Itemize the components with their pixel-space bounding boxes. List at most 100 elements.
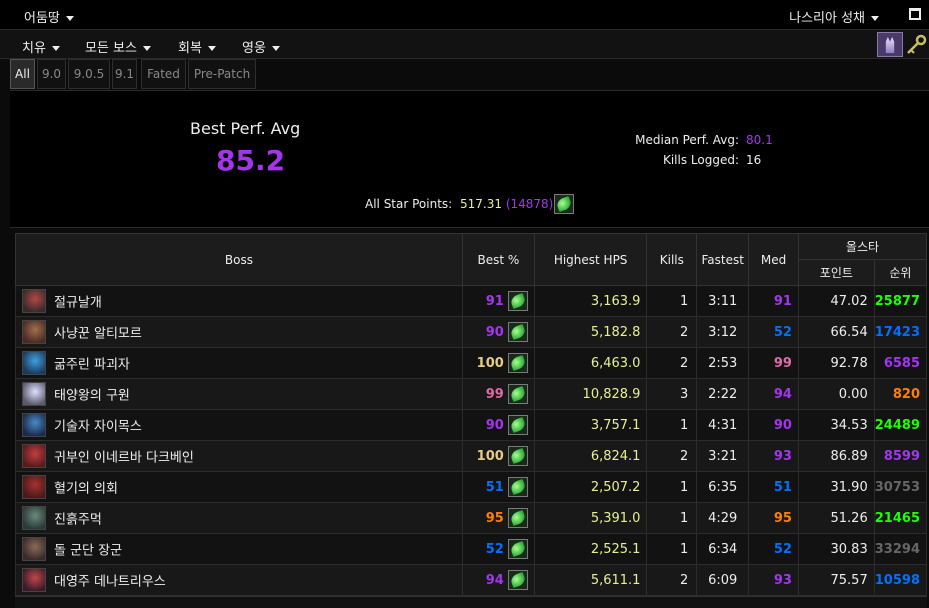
boss-name[interactable]: 진흙주먹 — [54, 513, 102, 528]
best-percent-cell[interactable]: 99 — [461, 378, 535, 410]
metric-dropdown[interactable]: 회복 — [178, 37, 216, 56]
fastest-kill[interactable]: 2:53 — [696, 347, 750, 379]
leaf-icon[interactable] — [507, 291, 528, 311]
highest-hps[interactable]: 3,757.1 — [533, 409, 648, 441]
highest-hps[interactable]: 5,182.8 — [533, 316, 648, 348]
best-percent-cell[interactable]: 94 — [461, 564, 535, 596]
fastest-kill[interactable]: 3:11 — [696, 285, 750, 317]
fastest-kill[interactable]: 2:22 — [696, 378, 750, 410]
boss-name[interactable]: 돌 군단 장군 — [54, 544, 122, 559]
tab-pre-patch[interactable]: Pre-Patch — [188, 59, 256, 89]
boss-name[interactable]: 사냥꾼 알티모르 — [54, 327, 142, 342]
leaf-icon[interactable] — [507, 570, 528, 590]
table-row[interactable]: 사냥꾼 알티모르 90 5,182.8 2 3:12 52 66.54 17423 — [15, 316, 928, 348]
boss-name[interactable]: 태양왕의 구원 — [54, 389, 130, 404]
all-star-points: 517.31 — [460, 197, 502, 211]
header-best[interactable]: Best % — [461, 233, 535, 286]
tab-9-0-5[interactable]: 9.0.5 — [68, 59, 110, 89]
boss-cell[interactable]: 돌 군단 장군 — [15, 533, 463, 565]
difficulty-dropdown[interactable]: 영웅 — [242, 37, 280, 56]
boss-name[interactable]: 기술자 자이목스 — [54, 420, 142, 435]
leaf-icon[interactable] — [507, 415, 528, 435]
leaf-icon[interactable] — [507, 539, 528, 559]
boss-table-body: 절규날개 91 3,163.9 1 3:11 91 47.02 25877 사냥꾼 알티모르 90… — [15, 285, 928, 596]
header-fastest[interactable]: Fastest — [696, 233, 750, 286]
boss-dropdown[interactable]: 모든 보스 — [85, 37, 151, 56]
boss-name[interactable]: 혈기의 의회 — [54, 482, 118, 497]
fastest-kill[interactable]: 6:34 — [696, 533, 750, 565]
highest-hps[interactable]: 6,463.0 — [533, 347, 648, 379]
kills: 3 — [646, 378, 698, 410]
best-percent-cell[interactable]: 100 — [461, 440, 535, 472]
fastest-kill[interactable]: 3:12 — [696, 316, 750, 348]
boss-portrait-icon — [22, 568, 46, 592]
role-dropdown[interactable]: 치유 — [22, 37, 60, 56]
leaf-icon[interactable] — [507, 446, 528, 466]
chevron-down-icon — [871, 16, 879, 21]
best-percent-cell[interactable]: 52 — [461, 533, 535, 565]
highest-hps[interactable]: 2,525.1 — [533, 533, 648, 565]
leaf-icon[interactable] — [507, 384, 528, 404]
fastest-kill[interactable]: 4:29 — [696, 502, 750, 534]
header-rank[interactable]: 순위 — [873, 259, 928, 286]
best-percent-cell[interactable]: 91 — [461, 285, 535, 317]
boss-cell[interactable]: 대영주 데나트리우스 — [15, 564, 463, 596]
table-row[interactable]: 절규날개 91 3,163.9 1 3:11 91 47.02 25877 — [15, 285, 928, 317]
key-icon[interactable] — [905, 34, 927, 56]
maximize-icon[interactable] — [909, 8, 921, 20]
boss-cell[interactable]: 귀부인 이네르바 다크베인 — [15, 440, 463, 472]
fastest-kill[interactable]: 6:35 — [696, 471, 750, 503]
fastest-kill[interactable]: 3:21 — [696, 440, 750, 472]
table-row[interactable]: 기술자 자이목스 90 3,757.1 1 4:31 90 34.53 24489 — [15, 409, 928, 441]
header-points[interactable]: 포인트 — [797, 259, 875, 286]
boss-cell[interactable]: 절규날개 — [15, 285, 463, 317]
highest-hps[interactable]: 3,163.9 — [533, 285, 648, 317]
boss-cell[interactable]: 기술자 자이목스 — [15, 409, 463, 441]
all-star-rank: (14878) — [505, 197, 554, 211]
tab-9-0[interactable]: 9.0 — [37, 59, 66, 89]
boss-cell[interactable]: 굶주린 파괴자 — [15, 347, 463, 379]
table-row[interactable]: 굶주린 파괴자 100 6,463.0 2 2:53 99 92.78 6585 — [15, 347, 928, 379]
class-spec-icon[interactable] — [877, 32, 903, 57]
fastest-kill[interactable]: 4:31 — [696, 409, 750, 441]
table-row[interactable]: 혈기의 의회 51 2,507.2 1 6:35 51 31.90 30753 — [15, 471, 928, 503]
boss-cell[interactable]: 태양왕의 구원 — [15, 378, 463, 410]
boss-name[interactable]: 귀부인 이네르바 다크베인 — [54, 451, 194, 466]
header-highest-hps[interactable]: Highest HPS — [533, 233, 648, 286]
fastest-kill[interactable]: 6:09 — [696, 564, 750, 596]
highest-hps[interactable]: 5,611.1 — [533, 564, 648, 596]
table-row[interactable]: 귀부인 이네르바 다크베인 100 6,824.1 2 3:21 93 86.89 8599 — [15, 440, 928, 472]
highest-hps[interactable]: 5,391.0 — [533, 502, 648, 534]
tab-9-1[interactable]: 9.1 — [112, 59, 137, 89]
highest-hps[interactable]: 2,507.2 — [533, 471, 648, 503]
leaf-icon[interactable] — [507, 477, 528, 497]
highest-hps[interactable]: 6,824.1 — [533, 440, 648, 472]
best-percent-cell[interactable]: 90 — [461, 316, 535, 348]
best-percent-cell[interactable]: 51 — [461, 471, 535, 503]
table-row[interactable]: 태양왕의 구원 99 10,828.9 3 2:22 94 0.00 820 — [15, 378, 928, 410]
best-percent-cell[interactable]: 95 — [461, 502, 535, 534]
highest-hps[interactable]: 10,828.9 — [533, 378, 648, 410]
leaf-icon[interactable] — [507, 322, 528, 342]
header-med[interactable]: Med — [748, 233, 799, 286]
table-row[interactable]: 진흙주먹 95 5,391.0 1 4:29 95 51.26 21465 — [15, 502, 928, 534]
header-kills[interactable]: Kills — [646, 233, 698, 286]
tab-fated[interactable]: Fated — [141, 59, 186, 89]
boss-name[interactable]: 절규날개 — [54, 296, 102, 311]
leaf-icon[interactable] — [507, 508, 528, 528]
best-percent-cell[interactable]: 100 — [461, 347, 535, 379]
boss-cell[interactable]: 사냥꾼 알티모르 — [15, 316, 463, 348]
boss-name[interactable]: 굶주린 파괴자 — [54, 358, 130, 373]
table-row[interactable]: 대영주 데나트리우스 94 5,611.1 2 6:09 93 75.57 10598 — [15, 564, 928, 596]
zone-dropdown[interactable]: 나스리아 성채 — [789, 7, 879, 26]
boss-name[interactable]: 대영주 데나트리우스 — [54, 575, 166, 590]
tab-all[interactable]: All — [10, 59, 35, 89]
leaf-icon[interactable] — [507, 353, 528, 373]
best-percent-cell[interactable]: 90 — [461, 409, 535, 441]
header-boss[interactable]: Boss — [15, 233, 463, 286]
table-row[interactable]: 돌 군단 장군 52 2,525.1 1 6:34 52 30.83 33294 — [15, 533, 928, 565]
filter-menu-bar: 치유 모든 보스 회복 영웅 — [0, 30, 929, 59]
expansion-dropdown[interactable]: 어둠땅 — [24, 7, 74, 26]
boss-cell[interactable]: 진흙주먹 — [15, 502, 463, 534]
boss-cell[interactable]: 혈기의 의회 — [15, 471, 463, 503]
